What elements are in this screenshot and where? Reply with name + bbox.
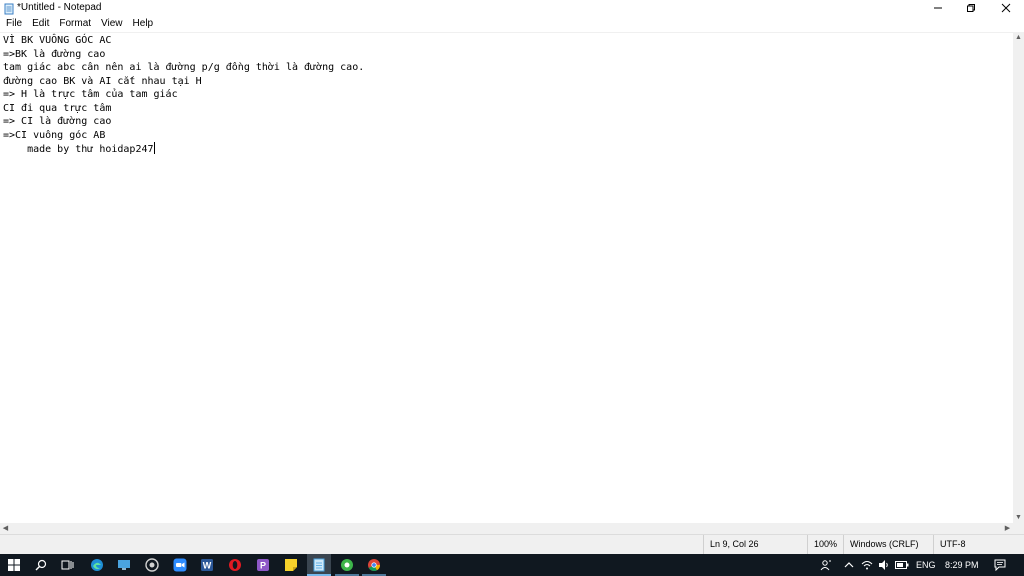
taskbar-app-purple[interactable]: P (255, 557, 271, 573)
title-bar: *Untitled - Notepad (0, 0, 1024, 16)
menu-format[interactable]: Format (54, 16, 96, 32)
taskbar-opera[interactable] (227, 557, 243, 573)
taskbar-this-pc[interactable] (116, 557, 132, 573)
taskbar-app-green[interactable] (339, 557, 355, 573)
clock-time[interactable]: 8:29 PM (945, 554, 979, 576)
edge-browser-icon (91, 559, 103, 571)
monitor-icon (118, 560, 130, 570)
status-bar: Ln 9, Col 26 100% Windows (CRLF) UTF-8 (0, 534, 1024, 554)
taskbar-media[interactable] (144, 557, 160, 573)
windows-logo-icon (8, 559, 20, 571)
tray-volume[interactable] (876, 557, 892, 573)
sticky-note-icon (285, 559, 297, 571)
chevron-up-icon (844, 562, 854, 568)
editor-line: => CI là đường cao (3, 116, 112, 127)
tray-battery[interactable] (894, 557, 910, 573)
opera-icon (229, 559, 241, 571)
taskbar: W P ENG 8:29 PM (0, 554, 1024, 576)
scroll-up-icon[interactable]: ▲ (1013, 32, 1024, 43)
camera-icon (145, 558, 159, 572)
svg-text:W: W (203, 561, 212, 571)
chrome-icon (368, 559, 380, 572)
battery-icon (895, 561, 909, 569)
editor-line: =>BK là đường cao (3, 48, 106, 60)
menu-bar: File Edit Format View Help (0, 16, 1024, 32)
editor-line: =>CI vuông góc AB (3, 129, 106, 141)
editor-line: made by thư hoidap247 (3, 144, 154, 155)
text-caret (153, 142, 155, 154)
speaker-icon (879, 560, 888, 570)
task-view-button[interactable] (59, 557, 75, 573)
vertical-scrollbar[interactable]: ▲ ▼ (1013, 32, 1024, 523)
menu-file[interactable]: File (1, 16, 27, 32)
zoom-app-icon (173, 558, 187, 572)
encoding: UTF-8 (933, 535, 1024, 554)
start-button[interactable] (6, 557, 22, 573)
scroll-corner (1013, 523, 1024, 534)
close-icon (1001, 3, 1011, 13)
taskbar-word[interactable]: W (199, 557, 215, 573)
tray-show-hidden[interactable] (841, 557, 857, 573)
restore-button[interactable] (953, 0, 989, 16)
scroll-down-icon[interactable]: ▼ (1013, 512, 1024, 523)
text-editor[interactable]: VÌ BK VUÔNG GÓC AC =>BK là đường cao tam g… (0, 32, 1013, 523)
window-title: *Untitled - Notepad (17, 2, 102, 13)
search-button[interactable] (33, 557, 49, 573)
green-app-icon (341, 559, 353, 571)
menu-view[interactable]: View (96, 16, 128, 32)
line-ending: Windows (CRLF) (843, 535, 933, 554)
taskbar-notepad[interactable] (311, 557, 327, 573)
menu-help[interactable]: Help (128, 16, 159, 32)
search-icon (35, 559, 47, 571)
action-center-button[interactable] (992, 557, 1008, 573)
scroll-right-icon[interactable]: ▶ (1002, 523, 1013, 534)
editor-content[interactable]: VÌ BK VUÔNG GÓC AC =>BK là đường cao tam g… (3, 34, 364, 157)
wifi-icon (861, 561, 873, 570)
editor-line: => H là trực tâm của tam giác (3, 89, 178, 100)
tray-people[interactable] (818, 557, 834, 573)
svg-text:P: P (260, 561, 266, 571)
close-button[interactable] (988, 0, 1024, 16)
taskbar-sticky-notes[interactable] (283, 557, 299, 573)
minimize-icon (934, 7, 942, 9)
tray-network[interactable] (859, 557, 875, 573)
taskbar-edge[interactable] (89, 557, 105, 573)
input-language[interactable]: ENG (916, 554, 936, 576)
restore-icon (967, 4, 975, 12)
editor-line: CI đi qua trực tâm (3, 102, 112, 114)
zoom-level: 100% (807, 535, 843, 554)
task-view-icon (61, 560, 73, 570)
editor-line: tam giác abc cân nên ai là đường p/g đồn… (3, 62, 365, 73)
taskbar-chrome[interactable] (366, 557, 382, 573)
notification-icon (994, 559, 1006, 571)
cursor-position: Ln 9, Col 26 (703, 535, 807, 554)
editor-line: VÌ BK VUÔNG GÓC AC (3, 35, 112, 46)
notepad-icon (313, 558, 325, 572)
editor-line-last: made by thư hoidap247 (3, 142, 364, 157)
menu-edit[interactable]: Edit (27, 16, 54, 32)
word-icon: W (201, 559, 213, 571)
horizontal-scrollbar[interactable]: ◀ ▶ (0, 523, 1013, 534)
purple-app-icon: P (257, 559, 269, 571)
taskbar-zoom[interactable] (172, 557, 188, 573)
scroll-left-icon[interactable]: ◀ (0, 523, 11, 534)
notepad-icon (3, 2, 15, 15)
editor-line: đường cao BK và AI cắt nhau tại H (3, 75, 202, 87)
people-icon (820, 560, 831, 571)
minimize-button[interactable] (920, 0, 956, 16)
